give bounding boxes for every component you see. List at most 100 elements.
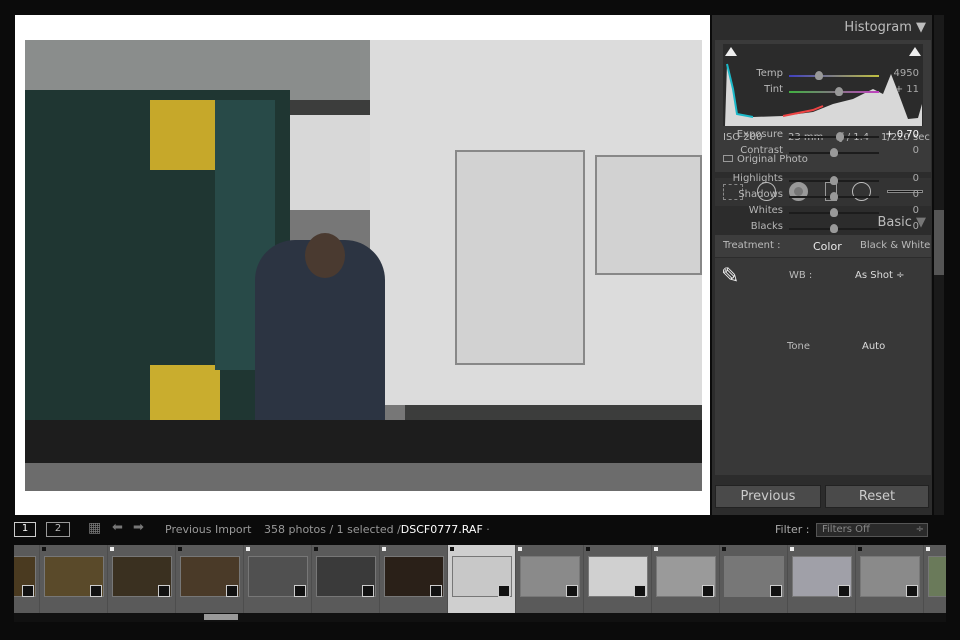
slider-tint[interactable] xyxy=(789,87,879,96)
slider-thumb[interactable] xyxy=(836,132,845,141)
view-1-button[interactable]: 1 xyxy=(14,522,36,537)
slider-shadows[interactable] xyxy=(789,192,879,201)
eyedropper-icon[interactable]: ✎ xyxy=(721,264,751,294)
flag-icon[interactable] xyxy=(450,547,454,551)
slider-thumb[interactable] xyxy=(830,176,838,185)
keyword-badge-icon[interactable] xyxy=(838,585,850,597)
slider-value[interactable]: + 11 xyxy=(895,84,919,95)
flag-icon[interactable] xyxy=(110,547,114,551)
scrollbar-thumb[interactable] xyxy=(934,210,944,275)
filmstrip-scroll-thumb[interactable] xyxy=(204,614,238,620)
flag-icon[interactable] xyxy=(518,547,522,551)
treatment-color[interactable]: Color xyxy=(813,240,842,253)
flag-icon[interactable] xyxy=(790,547,794,551)
keyword-badge-icon[interactable] xyxy=(22,585,34,597)
keyword-badge-icon[interactable] xyxy=(90,585,102,597)
previous-button[interactable]: Previous xyxy=(715,485,821,508)
slider-label: Tint xyxy=(764,84,783,95)
keyword-badge-icon[interactable] xyxy=(702,585,714,597)
slider-label: Contrast xyxy=(740,145,783,156)
slider-value[interactable]: 0 xyxy=(913,173,919,184)
flag-icon[interactable] xyxy=(858,547,862,551)
filmstrip-thumbnail[interactable] xyxy=(924,545,946,613)
keyword-badge-icon[interactable] xyxy=(158,585,170,597)
slider-value[interactable]: 0 xyxy=(913,145,919,156)
slider-thumb[interactable] xyxy=(834,87,843,96)
slider-whites[interactable] xyxy=(789,208,879,217)
panel-scrollbar[interactable] xyxy=(934,15,944,515)
keyword-badge-icon[interactable] xyxy=(430,585,442,597)
slider-temp[interactable] xyxy=(789,71,879,80)
wb-dropdown[interactable]: As Shot ÷ xyxy=(855,270,905,281)
flag-icon[interactable] xyxy=(314,547,318,551)
slider-highlights[interactable] xyxy=(789,176,879,185)
slider-value[interactable]: 0 xyxy=(913,205,919,216)
treatment-bw[interactable]: Black & White xyxy=(860,240,930,251)
red-eye-icon[interactable] xyxy=(789,182,808,201)
slider-label: Shadows xyxy=(738,189,783,200)
filmstrip-scrollbar[interactable] xyxy=(14,613,946,622)
filmstrip-thumbnail[interactable] xyxy=(652,545,720,613)
selected-filename[interactable]: DSCF0777.RAF xyxy=(401,523,483,536)
filmstrip-thumbnail[interactable] xyxy=(14,545,40,613)
grid-view-icon[interactable]: ▦ xyxy=(88,520,101,536)
filmstrip-thumbnail[interactable] xyxy=(584,545,652,613)
slider-thumb[interactable] xyxy=(830,224,838,233)
slider-value[interactable]: + 0.70 xyxy=(885,129,919,140)
slider-blacks[interactable] xyxy=(789,224,879,233)
filmstrip-thumbnail[interactable] xyxy=(176,545,244,613)
slider-value[interactable]: 0 xyxy=(913,189,919,200)
slider-label: Temp xyxy=(756,68,783,79)
flag-icon[interactable] xyxy=(654,547,658,551)
source-label[interactable]: Previous Import xyxy=(165,523,252,536)
keyword-badge-icon[interactable] xyxy=(906,585,918,597)
auto-tone-button[interactable]: Auto xyxy=(862,341,885,352)
flag-icon[interactable] xyxy=(178,547,182,551)
slider-value[interactable]: 0 xyxy=(913,221,919,232)
slider-exposure[interactable] xyxy=(789,132,879,141)
filmstrip-thumbnail[interactable] xyxy=(516,545,584,613)
slider-thumb[interactable] xyxy=(830,148,838,157)
flag-icon[interactable] xyxy=(586,547,590,551)
keyword-badge-icon[interactable] xyxy=(566,585,578,597)
slider-thumb[interactable] xyxy=(814,71,823,80)
right-panel: Histogram ▼ ISO 200 23 mm ƒ / 1.4 1/220 … xyxy=(712,15,932,515)
keyword-badge-icon[interactable] xyxy=(634,585,646,597)
filter-dropdown[interactable]: Filters Off ÷ xyxy=(816,523,928,537)
filmstrip-thumbnail[interactable] xyxy=(312,545,380,613)
keyword-badge-icon[interactable] xyxy=(362,585,374,597)
flag-icon[interactable] xyxy=(42,547,46,551)
filmstrip-thumbnail[interactable] xyxy=(108,545,176,613)
filmstrip-thumbnail[interactable] xyxy=(244,545,312,613)
filmstrip[interactable] xyxy=(14,545,946,613)
slider-thumb[interactable] xyxy=(830,208,838,217)
filter-value: Filters Off xyxy=(822,524,870,535)
flag-icon[interactable] xyxy=(722,547,726,551)
histogram-header[interactable]: Histogram ▼ xyxy=(844,20,926,35)
filmstrip-thumbnail[interactable] xyxy=(40,545,108,613)
flag-icon[interactable] xyxy=(926,547,930,551)
view-2-button[interactable]: 2 xyxy=(46,522,70,537)
keyword-badge-icon[interactable] xyxy=(226,585,238,597)
filmstrip-thumbnail[interactable] xyxy=(448,545,516,613)
keyword-badge-icon[interactable] xyxy=(770,585,782,597)
filmstrip-thumbnail[interactable] xyxy=(856,545,924,613)
filmstrip-thumbnail[interactable] xyxy=(788,545,856,613)
filmstrip-thumbnail[interactable] xyxy=(380,545,448,613)
flag-icon[interactable] xyxy=(382,547,386,551)
slider-contrast[interactable] xyxy=(789,148,879,157)
treatment-label: Treatment : xyxy=(723,240,781,251)
keyword-badge-icon[interactable] xyxy=(498,585,510,597)
radial-filter-icon[interactable] xyxy=(852,182,871,201)
slider-thumb[interactable] xyxy=(830,192,838,201)
filename-menu[interactable]: · xyxy=(483,523,490,536)
keyword-badge-icon[interactable] xyxy=(294,585,306,597)
slider-value[interactable]: 4950 xyxy=(894,68,919,79)
reset-button[interactable]: Reset xyxy=(825,485,929,508)
back-arrow-icon[interactable]: ⬅ xyxy=(112,520,123,535)
forward-arrow-icon[interactable]: ➡ xyxy=(133,520,144,535)
filmstrip-thumbnail[interactable] xyxy=(720,545,788,613)
flag-icon[interactable] xyxy=(246,547,250,551)
collapse-triangle-icon: ▼ xyxy=(916,20,926,35)
main-photo[interactable] xyxy=(25,40,702,491)
